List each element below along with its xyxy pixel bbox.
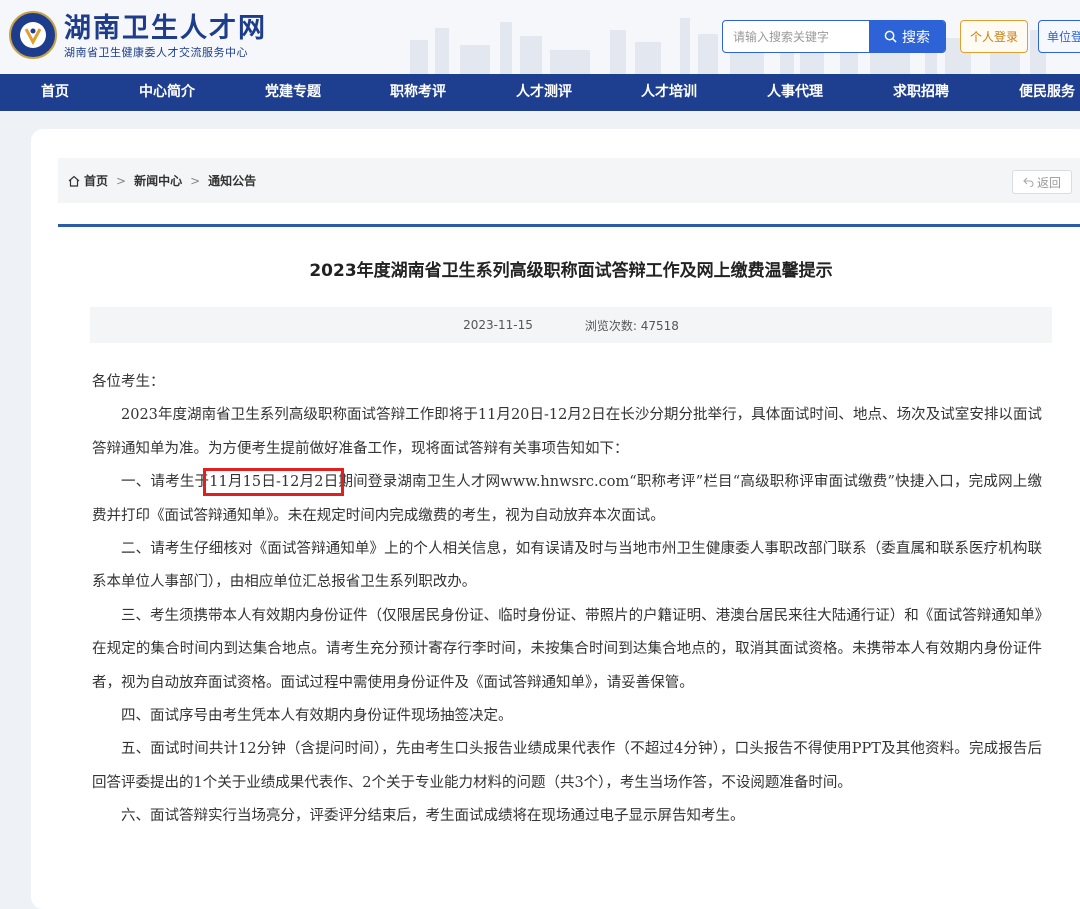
article-meta: 2023-11-15 浏览次数: 47518 (90, 307, 1052, 343)
site-header: 湖南卫生人才网 湖南省卫生健康委人才交流服务中心 搜索 个人登录 单位登 (0, 0, 1080, 74)
article-views: 浏览次数: 47518 (585, 317, 679, 334)
search-input[interactable] (723, 21, 879, 52)
nav-item-title-eval[interactable]: 职称考评 (390, 74, 446, 111)
paragraph-item-5: 五、面试时间共计12分钟（含提问时间），先由考生口头报告业绩成果代表作（不超过4… (92, 741, 1042, 791)
home-icon (68, 175, 80, 187)
personal-login-button[interactable]: 个人登录 (960, 20, 1028, 53)
views-count: 47518 (640, 318, 679, 333)
paragraph-item-3: 三、考生须携带本人有效期内身份证件（仅限居民身份证、临时身份证、带照片的户籍证明… (92, 607, 1042, 691)
main-nav: 首页 中心简介 党建专题 职称考评 人才测评 人才培训 人事代理 求职招聘 便民… (0, 74, 1080, 111)
breadcrumb-bar: 首页 > 新闻中心 > 通知公告 返回 (58, 158, 1080, 203)
logo-emblem-icon[interactable] (9, 11, 57, 59)
item-1-prefix: 一、请考生于 (121, 474, 210, 491)
views-label: 浏览次数: (584, 318, 637, 333)
site-title[interactable]: 湖南卫生人才网 (64, 6, 267, 45)
nav-item-training[interactable]: 人才培训 (641, 74, 697, 111)
search-button-label: 搜索 (902, 29, 930, 46)
paragraph-item-2: 二、请考生仔细核对《面试答辩通知单》上的个人相关信息，如有误请及时与当地市州卫生… (92, 541, 1042, 591)
nav-item-party[interactable]: 党建专题 (265, 74, 321, 111)
back-button[interactable]: 返回 (1012, 170, 1072, 194)
paragraph-intro: 2023年度湖南省卫生系列高级职称面试答辩工作即将于11月20日-12月2日在长… (92, 407, 1042, 457)
paragraph-item-1: 一、请考生于11月15日-12月2日期间登录湖南卫生人才网www.hnwsrc.… (92, 466, 1042, 533)
nav-item-services[interactable]: 便民服务 (1019, 74, 1075, 111)
divider-line (58, 224, 1080, 227)
nav-item-about[interactable]: 中心简介 (139, 74, 195, 111)
paragraph-item-6: 六、面试答辩实行当场亮分，评委评分结束后，考生面试成绩将在现场通过电子显示屏告知… (121, 808, 745, 825)
nav-item-assessment[interactable]: 人才测评 (516, 74, 572, 111)
back-button-label: 返回 (1036, 175, 1061, 190)
back-arrow-icon (1023, 177, 1034, 187)
breadcrumb: 首页 > 新闻中心 > 通知公告 (68, 158, 256, 203)
nav-item-home[interactable]: 首页 (41, 74, 69, 111)
site-subtitle: 湖南省卫生健康委人才交流服务中心 (64, 46, 248, 59)
breadcrumb-notice[interactable]: 通知公告 (208, 172, 256, 189)
breadcrumb-separator: > (116, 173, 127, 188)
article-date: 2023-11-15 (463, 318, 533, 332)
org-login-button[interactable]: 单位登 (1038, 20, 1080, 53)
breadcrumb-news[interactable]: 新闻中心 (134, 172, 182, 189)
breadcrumb-separator: > (190, 173, 201, 188)
greeting: 各位考生： (92, 374, 165, 390)
breadcrumb-home[interactable]: 首页 (84, 172, 108, 189)
nav-item-personnel[interactable]: 人事代理 (767, 74, 823, 111)
nav-item-jobs[interactable]: 求职招聘 (893, 74, 949, 111)
highlighted-date-range: 11月15日-12月2日 (203, 468, 345, 497)
paragraph-item-4: 四、面试序号由考生凭本人有效期内身份证件现场抽签决定。 (121, 708, 513, 725)
search-button[interactable]: 搜索 (869, 21, 945, 52)
search-box: 搜索 (722, 20, 946, 53)
article-title: 2023年度湖南省卫生系列高级职称面试答辩工作及网上缴费温馨提示 (309, 261, 833, 281)
article-body: 各位考生： 2023年度湖南省卫生系列高级职称面试答辩工作即将于11月20日-1… (92, 366, 1042, 834)
search-icon (884, 30, 897, 43)
